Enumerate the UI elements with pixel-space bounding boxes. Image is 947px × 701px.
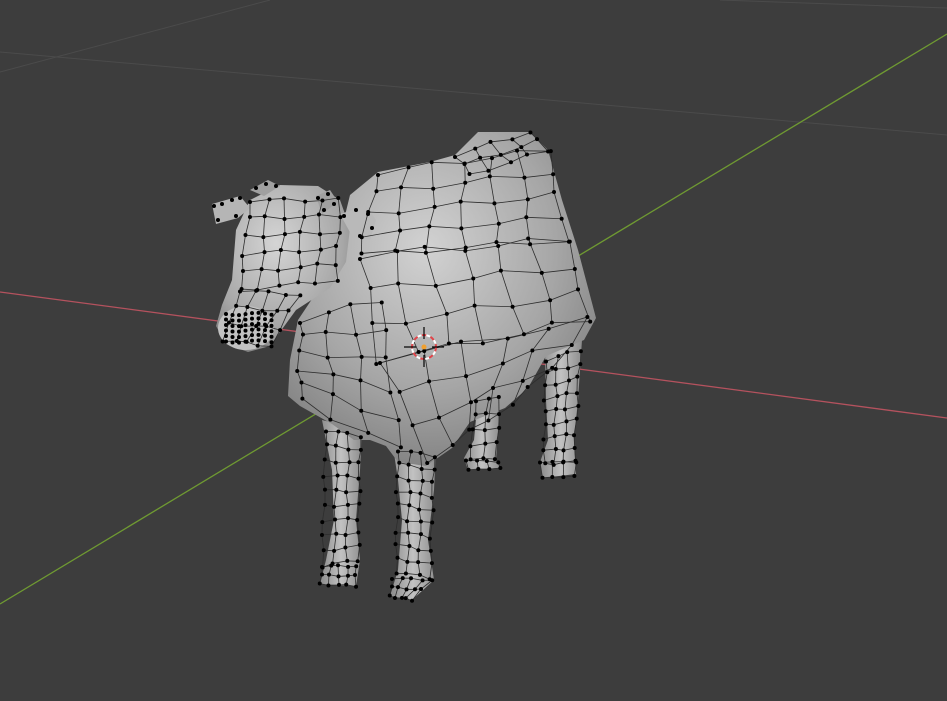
object-origin-icon [421, 344, 427, 350]
3d-viewport[interactable] [0, 0, 947, 701]
cow-mesh[interactable] [212, 130, 596, 603]
floor-grid [0, 0, 947, 136]
viewport-canvas[interactable] [0, 0, 947, 701]
